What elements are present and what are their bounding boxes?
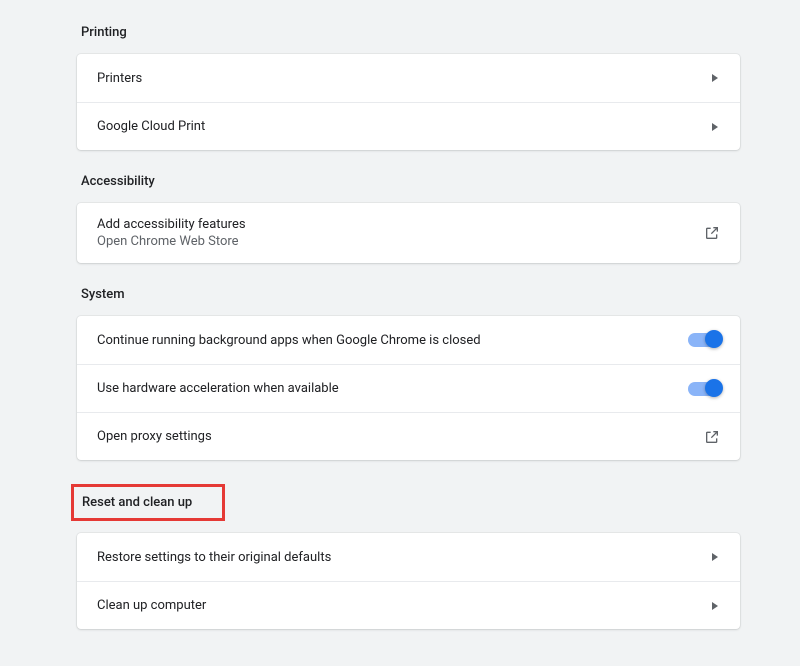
row-clean-up-computer[interactable]: Clean up computer <box>77 581 740 629</box>
row-google-cloud-print[interactable]: Google Cloud Print <box>77 102 740 150</box>
label-printers: Printers <box>97 71 712 86</box>
section-printing: Printing Printers Google Cloud Print <box>77 25 740 150</box>
label-restore-defaults: Restore settings to their original defau… <box>97 550 712 565</box>
card-system: Continue running background apps when Go… <box>77 316 740 460</box>
chevron-right-icon <box>712 123 718 131</box>
toggle-hardware-acceleration[interactable] <box>688 382 720 396</box>
external-link-icon <box>704 429 720 445</box>
section-title-printing: Printing <box>77 25 740 40</box>
row-restore-defaults[interactable]: Restore settings to their original defau… <box>77 533 740 581</box>
section-system: System Continue running background apps … <box>77 287 740 460</box>
highlight-reset-cleanup: Reset and clean up <box>71 484 225 521</box>
row-hardware-acceleration[interactable]: Use hardware acceleration when available <box>77 364 740 412</box>
row-background-apps[interactable]: Continue running background apps when Go… <box>77 316 740 364</box>
section-accessibility: Accessibility Add accessibility features… <box>77 174 740 263</box>
chevron-right-icon <box>712 553 718 561</box>
label-background-apps: Continue running background apps when Go… <box>97 333 688 348</box>
section-title-reset: Reset and clean up <box>82 495 192 510</box>
section-reset-cleanup: Reset and clean up Restore settings to t… <box>77 484 740 629</box>
label-hardware-accel: Use hardware acceleration when available <box>97 381 688 396</box>
external-link-icon <box>704 225 720 241</box>
sublabel-open-webstore: Open Chrome Web Store <box>97 234 704 249</box>
section-title-accessibility: Accessibility <box>77 174 740 189</box>
chevron-right-icon <box>712 74 718 82</box>
row-add-accessibility-features[interactable]: Add accessibility features Open Chrome W… <box>77 203 740 263</box>
label-google-cloud-print: Google Cloud Print <box>97 119 712 134</box>
row-open-proxy-settings[interactable]: Open proxy settings <box>77 412 740 460</box>
card-reset-cleanup: Restore settings to their original defau… <box>77 533 740 629</box>
card-accessibility: Add accessibility features Open Chrome W… <box>77 203 740 263</box>
toggle-background-apps[interactable] <box>688 333 720 347</box>
section-title-system: System <box>77 287 740 302</box>
card-printing: Printers Google Cloud Print <box>77 54 740 150</box>
label-proxy: Open proxy settings <box>97 429 704 444</box>
label-add-accessibility: Add accessibility features <box>97 217 704 232</box>
chevron-right-icon <box>712 602 718 610</box>
row-printers[interactable]: Printers <box>77 54 740 102</box>
label-clean-up: Clean up computer <box>97 598 712 613</box>
